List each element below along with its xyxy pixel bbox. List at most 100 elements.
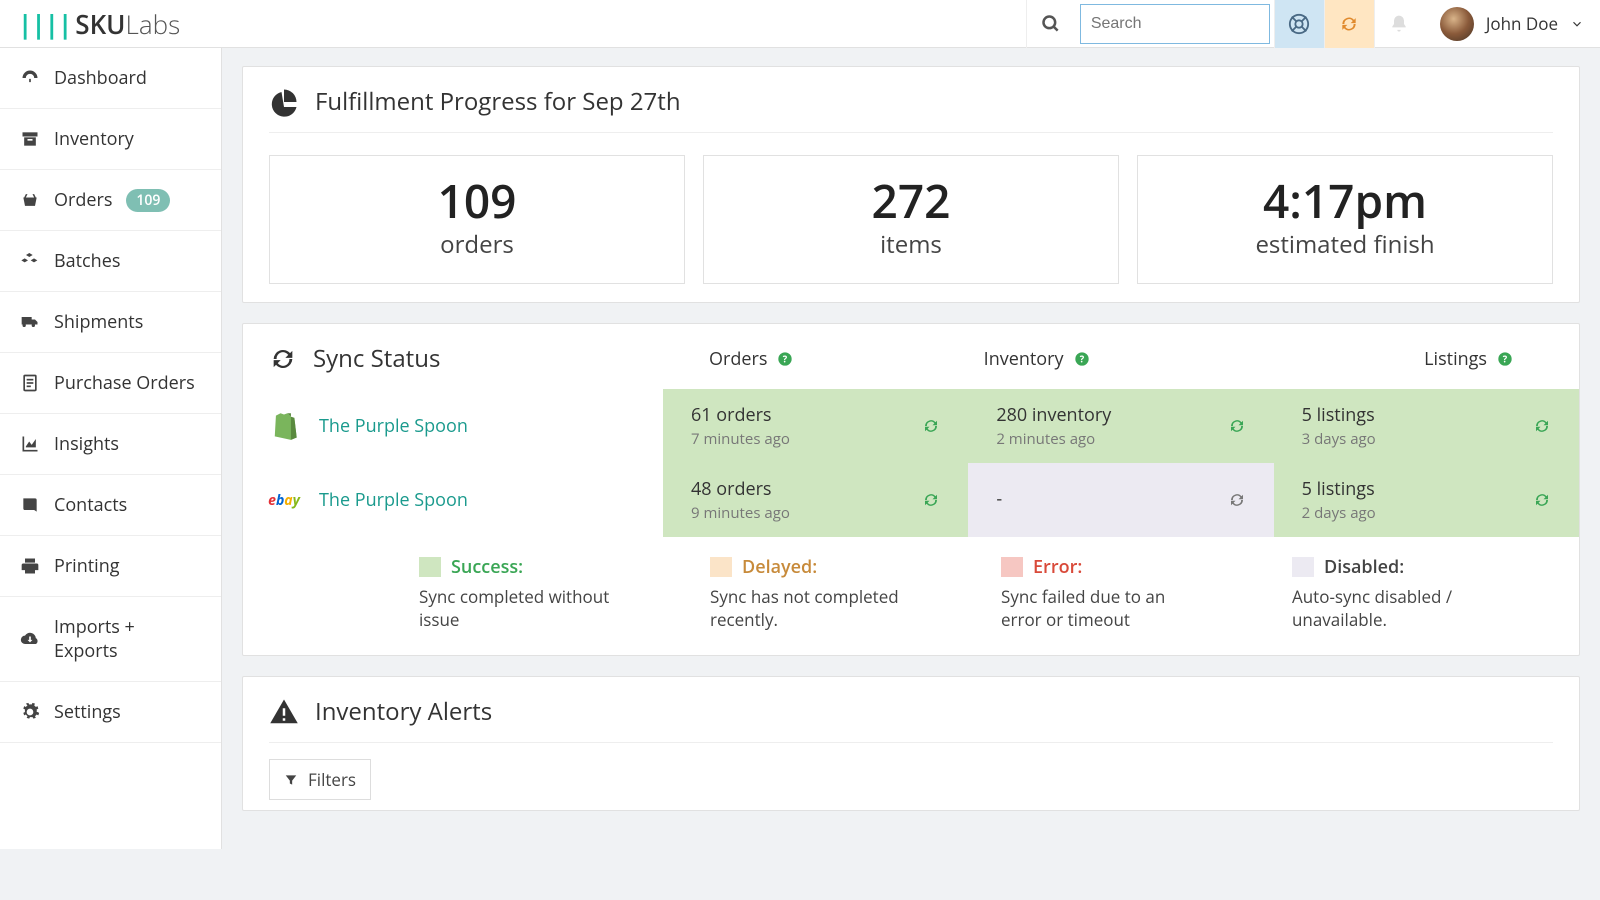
cloud-icon	[20, 629, 40, 649]
brand-logo[interactable]: |||| SKU Labs	[0, 6, 222, 42]
truck-icon	[20, 312, 40, 332]
sidebar-item-label: Inventory	[54, 127, 134, 151]
filter-icon	[284, 773, 298, 787]
store-link[interactable]: The Purple Spoon	[319, 488, 468, 512]
col-orders: Orders ?	[689, 347, 964, 371]
sidebar-item-purchase-orders[interactable]: Purchase Orders	[0, 353, 221, 414]
sidebar-item-batches[interactable]: Batches	[0, 231, 221, 292]
stat-orders: 109 orders	[269, 155, 685, 284]
sync-button[interactable]	[1324, 0, 1374, 48]
sidebar: Dashboard Inventory Orders 109 Batches S…	[0, 48, 222, 849]
main-content: Fulfillment Progress for Sep 27th 109 or…	[222, 48, 1600, 849]
sidebar-item-label: Purchase Orders	[54, 371, 195, 395]
lifebuoy-icon	[1288, 13, 1310, 35]
chevron-down-icon	[1570, 17, 1584, 31]
refresh-icon[interactable]	[1533, 417, 1551, 435]
alerts-title: Inventory Alerts	[315, 695, 492, 728]
sidebar-item-label: Orders	[54, 188, 112, 212]
refresh-icon[interactable]	[1533, 491, 1551, 509]
sidebar-item-label: Insights	[54, 432, 119, 456]
sidebar-item-shipments[interactable]: Shipments	[0, 292, 221, 353]
swatch-icon	[1001, 557, 1023, 577]
user-menu[interactable]: John Doe	[1424, 7, 1600, 41]
topbar: |||| SKU Labs John Doe	[0, 0, 1600, 48]
cubes-icon	[20, 251, 40, 271]
sync-cell-inventory: -	[968, 463, 1273, 537]
sidebar-item-label: Printing	[54, 554, 120, 578]
document-icon	[20, 373, 40, 393]
sidebar-item-dashboard[interactable]: Dashboard	[0, 48, 221, 109]
stat-label: estimated finish	[1148, 228, 1542, 261]
user-name: John Doe	[1486, 12, 1558, 35]
swatch-icon	[710, 557, 732, 577]
svg-text:?: ?	[1503, 352, 1508, 365]
stat-finish: 4:17pm estimated finish	[1137, 155, 1553, 284]
sync-cell-orders: 61 orders7 minutes ago	[663, 389, 968, 463]
pie-chart-icon	[269, 87, 299, 117]
legend-error: Error: Sync failed due to an error or ti…	[1001, 555, 1262, 631]
stat-items: 272 items	[703, 155, 1119, 284]
sidebar-item-insights[interactable]: Insights	[0, 414, 221, 475]
sidebar-item-settings[interactable]: Settings	[0, 682, 221, 743]
sync-cell-inventory: 280 inventory2 minutes ago	[968, 389, 1273, 463]
search-button[interactable]	[1026, 0, 1076, 48]
sidebar-item-label: Shipments	[54, 310, 143, 334]
filters-button[interactable]: Filters	[269, 759, 371, 800]
bell-icon	[1389, 14, 1409, 34]
help-icon[interactable]: ?	[777, 351, 793, 367]
refresh-icon[interactable]	[922, 491, 940, 509]
help-button[interactable]	[1274, 0, 1324, 48]
sidebar-item-label: Contacts	[54, 493, 127, 517]
swatch-icon	[419, 557, 441, 577]
logo-text-labs: Labs	[125, 6, 180, 42]
stat-value: 4:17pm	[1148, 178, 1542, 224]
sidebar-item-label: Dashboard	[54, 66, 147, 90]
help-icon[interactable]: ?	[1497, 351, 1513, 367]
sidebar-item-inventory[interactable]: Inventory	[0, 109, 221, 170]
sync-icon	[1339, 14, 1359, 34]
sidebar-item-orders[interactable]: Orders 109	[0, 170, 221, 231]
warning-icon	[269, 697, 299, 727]
inventory-alerts-card: Inventory Alerts Filters	[242, 676, 1580, 811]
gear-icon	[20, 702, 40, 722]
stat-label: orders	[280, 228, 674, 261]
store-link[interactable]: The Purple Spoon	[319, 414, 468, 438]
col-listings: Listings ?	[1238, 347, 1553, 371]
sidebar-item-contacts[interactable]: Contacts	[0, 475, 221, 536]
notifications-button[interactable]	[1374, 0, 1424, 48]
sidebar-item-printing[interactable]: Printing	[0, 536, 221, 597]
dashboard-icon	[20, 68, 40, 88]
sidebar-item-label: Batches	[54, 249, 120, 273]
svg-text:?: ?	[1079, 352, 1084, 365]
refresh-icon[interactable]	[922, 417, 940, 435]
chart-icon	[20, 434, 40, 454]
legend-success: Success: Sync completed without issue	[419, 555, 680, 631]
ebay-icon: ebay	[269, 485, 299, 515]
sync-row: ebay The Purple Spoon 48 orders9 minutes…	[243, 463, 1579, 537]
fulfillment-card: Fulfillment Progress for Sep 27th 109 or…	[242, 66, 1580, 303]
sidebar-item-label: Imports + Exports	[54, 615, 201, 663]
sync-cell-listings: 5 listings3 days ago	[1274, 389, 1579, 463]
legend-disabled: Disabled: Auto-sync disabled / unavailab…	[1292, 555, 1553, 631]
avatar	[1440, 7, 1474, 41]
basket-icon	[20, 190, 40, 210]
sync-row: The Purple Spoon 61 orders7 minutes ago …	[243, 389, 1579, 463]
sync-cell-listings: 5 listings2 days ago	[1274, 463, 1579, 537]
refresh-icon[interactable]	[1228, 491, 1246, 509]
shopify-icon	[269, 411, 299, 441]
refresh-icon[interactable]	[1228, 417, 1246, 435]
printer-icon	[20, 556, 40, 576]
fulfillment-title: Fulfillment Progress for Sep 27th	[315, 85, 681, 118]
sync-status-card: Sync Status Orders ? Inventory ? Listing…	[242, 323, 1580, 656]
sidebar-item-imports-exports[interactable]: Imports + Exports	[0, 597, 221, 682]
help-icon[interactable]: ?	[1074, 351, 1090, 367]
search-input[interactable]	[1091, 15, 1298, 33]
book-icon	[20, 495, 40, 515]
stat-value: 272	[714, 178, 1108, 224]
search-icon	[1041, 14, 1061, 34]
archive-icon	[20, 129, 40, 149]
logo-text-sku: SKU	[75, 6, 125, 42]
swatch-icon	[1292, 557, 1314, 577]
logo-bars-icon: ||||	[18, 6, 71, 42]
sidebar-item-label: Settings	[54, 700, 121, 724]
